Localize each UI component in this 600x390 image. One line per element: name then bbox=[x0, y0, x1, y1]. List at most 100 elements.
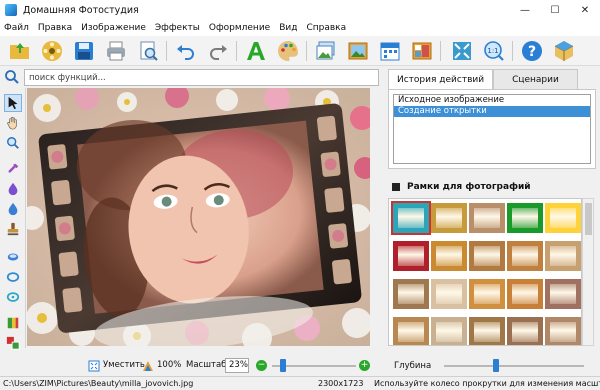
maximize-button[interactable]: ☐ bbox=[540, 0, 570, 20]
collage-icon[interactable] bbox=[410, 39, 434, 63]
menu-design[interactable]: Оформление bbox=[209, 23, 270, 33]
stamp-icon[interactable] bbox=[4, 220, 22, 238]
hundred-button[interactable]: 100% bbox=[157, 360, 181, 370]
menu-help[interactable]: Справка bbox=[306, 23, 346, 33]
search-input[interactable] bbox=[24, 69, 379, 86]
minimize-button[interactable]: — bbox=[510, 0, 540, 20]
search-icon[interactable] bbox=[4, 69, 20, 85]
eraser-icon[interactable] bbox=[4, 248, 22, 266]
palette-icon[interactable] bbox=[276, 39, 300, 63]
print-icon[interactable] bbox=[104, 39, 128, 63]
frames-scroll-thumb[interactable] bbox=[585, 203, 592, 235]
fit-small-icon[interactable] bbox=[88, 360, 100, 372]
frame-thumbnail[interactable] bbox=[431, 241, 467, 271]
pipette-icon[interactable] bbox=[4, 160, 22, 178]
menu-effects[interactable]: Эффекты bbox=[155, 23, 200, 33]
cursor-icon[interactable] bbox=[4, 94, 22, 112]
depth-label: Глубина bbox=[394, 361, 432, 371]
zoom-in-icon[interactable]: + bbox=[359, 360, 370, 371]
landscape-icon[interactable] bbox=[346, 39, 370, 63]
tab-history[interactable]: История действий bbox=[388, 69, 494, 89]
zoom-icon[interactable] bbox=[4, 134, 22, 152]
frame-thumbnail[interactable] bbox=[507, 203, 543, 233]
toolbar: 1:1 ? bbox=[0, 36, 600, 66]
close-button[interactable]: ✕ bbox=[570, 0, 600, 20]
frames-icon bbox=[392, 183, 400, 191]
tab-scenarios[interactable]: Сценарии bbox=[493, 69, 578, 89]
frame-thumbnail[interactable] bbox=[469, 241, 505, 271]
window-title: Домашняя Фотостудия bbox=[23, 4, 139, 16]
depth-slider[interactable] bbox=[444, 365, 584, 367]
history-item[interactable]: Исходное изображение bbox=[394, 95, 590, 106]
zoom-controls: Уместить 100% Масштаб: 23% − + bbox=[0, 357, 380, 375]
status-hint: Используйте колесо прокрутки для изменен… bbox=[374, 379, 600, 388]
help-icon[interactable]: ? bbox=[520, 39, 544, 63]
frame-thumbnail[interactable] bbox=[393, 317, 429, 345]
scale-value[interactable]: 23% bbox=[225, 358, 249, 373]
fit-button[interactable]: Уместить bbox=[103, 360, 145, 370]
frame-thumbnail[interactable] bbox=[469, 279, 505, 309]
frame-thumbnail[interactable] bbox=[545, 279, 581, 309]
color-swap-icon[interactable] bbox=[4, 334, 22, 352]
menu-view[interactable]: Вид bbox=[279, 23, 297, 33]
ring2-icon[interactable] bbox=[4, 288, 22, 306]
drop-blue-icon[interactable] bbox=[4, 200, 22, 218]
package-icon[interactable] bbox=[552, 39, 576, 63]
frame-thumbnail[interactable] bbox=[507, 317, 543, 345]
photo-artwork bbox=[27, 88, 370, 346]
layers-icon[interactable] bbox=[4, 314, 22, 332]
frame-thumbnail[interactable] bbox=[431, 203, 467, 233]
status-bar: C:\Users\ZIM\Pictures\Beauty\milla_jovov… bbox=[0, 376, 600, 390]
frame-thumbnail[interactable] bbox=[431, 279, 467, 309]
frame-thumbnail[interactable] bbox=[507, 241, 543, 271]
menu-bar: Файл Правка Изображение Эффекты Оформлен… bbox=[0, 20, 600, 36]
menu-edit[interactable]: Правка bbox=[38, 23, 72, 33]
menu-file[interactable]: Файл bbox=[4, 23, 29, 33]
frame-thumbnail[interactable] bbox=[469, 317, 505, 345]
frame-thumbnail[interactable] bbox=[391, 201, 431, 235]
menu-image[interactable]: Изображение bbox=[81, 23, 146, 33]
title-bar: Домашняя Фотостудия — ☐ ✕ bbox=[0, 0, 600, 20]
left-toolbar bbox=[0, 88, 26, 350]
frame-thumbnail[interactable] bbox=[393, 279, 429, 309]
history-item-selected[interactable]: Создание открытки bbox=[394, 106, 590, 117]
save-icon[interactable] bbox=[72, 39, 96, 63]
preview-icon[interactable] bbox=[136, 39, 160, 63]
scale-label: Масштаб: bbox=[186, 360, 230, 370]
depth-control: Глубина bbox=[388, 357, 596, 375]
undo-icon[interactable] bbox=[174, 39, 198, 63]
search-bar bbox=[0, 67, 380, 87]
app-icon bbox=[5, 4, 17, 16]
depth-slider-thumb[interactable] bbox=[493, 359, 499, 372]
file-path: C:\Users\ZIM\Pictures\Beauty\milla_jovov… bbox=[3, 379, 194, 388]
frame-thumbnail[interactable] bbox=[545, 203, 581, 233]
open-folder-icon[interactable] bbox=[8, 39, 32, 63]
ring-icon[interactable] bbox=[4, 268, 22, 286]
history-list: Исходное изображение Создание открытки bbox=[393, 94, 591, 164]
canvas-scrollbar[interactable] bbox=[370, 88, 380, 346]
frame-thumbnail[interactable] bbox=[507, 279, 543, 309]
reel-icon[interactable] bbox=[40, 39, 64, 63]
calendar-icon[interactable] bbox=[378, 39, 402, 63]
actual-small-icon[interactable] bbox=[142, 360, 154, 372]
frame-thumbnail[interactable] bbox=[545, 241, 581, 271]
redo-icon[interactable] bbox=[206, 39, 230, 63]
frames-scrollbar[interactable] bbox=[582, 198, 594, 346]
hand-icon[interactable] bbox=[4, 114, 22, 132]
frame-thumbnail[interactable] bbox=[469, 203, 505, 233]
image-dimensions: 2300x1723 bbox=[318, 379, 364, 388]
zoom-slider-thumb[interactable] bbox=[280, 359, 287, 372]
frame-thumbnail[interactable] bbox=[431, 317, 467, 345]
fit-icon[interactable] bbox=[450, 39, 474, 63]
image-canvas[interactable] bbox=[27, 88, 370, 346]
zoom-out-icon[interactable]: − bbox=[256, 360, 267, 371]
text-icon[interactable] bbox=[244, 39, 268, 63]
svg-text:1:1: 1:1 bbox=[487, 47, 498, 55]
frames-grid bbox=[388, 198, 582, 346]
drop-icon[interactable] bbox=[4, 180, 22, 198]
frame-thumbnail[interactable] bbox=[545, 317, 581, 345]
actual-size-icon[interactable]: 1:1 bbox=[482, 39, 506, 63]
right-panel: История действий Сценарии Исходное изобр… bbox=[384, 67, 600, 376]
photo-icon[interactable] bbox=[314, 39, 338, 63]
frame-thumbnail[interactable] bbox=[393, 241, 429, 271]
